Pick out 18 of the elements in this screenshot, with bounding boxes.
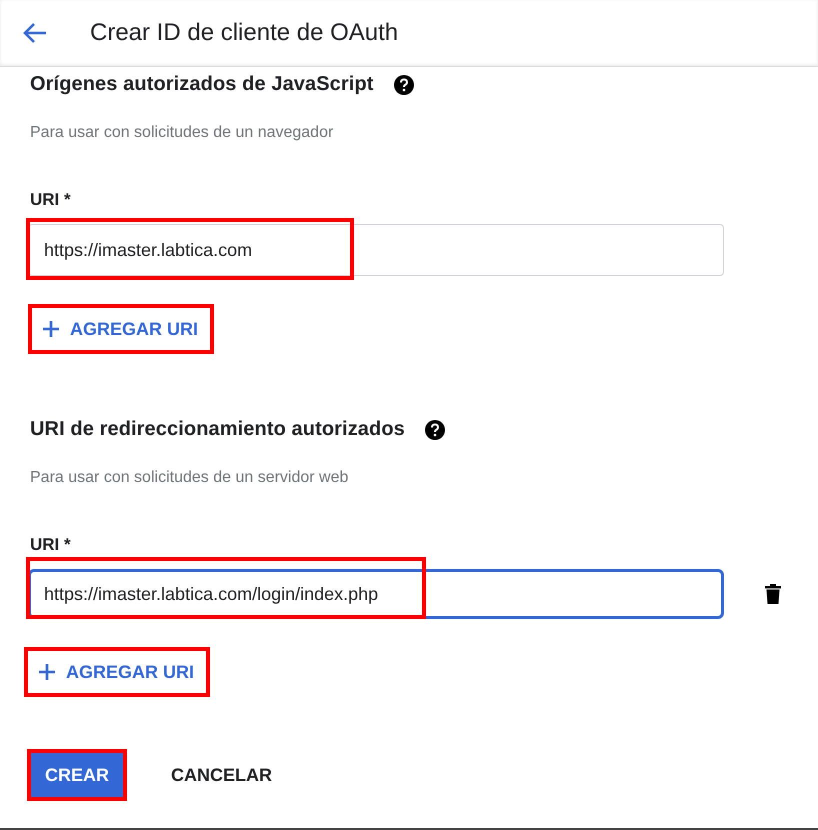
help-icon[interactable] — [424, 420, 445, 440]
plus-icon — [42, 320, 60, 338]
back-arrow-icon[interactable] — [22, 22, 48, 44]
create-button[interactable]: CREAR — [31, 753, 124, 797]
hint-text: Para usar con solicitudes de un servidor web — [30, 469, 348, 487]
hint-text: Para usar con solicitudes de un navegador — [30, 124, 334, 142]
add-uri-button[interactable]: AGREGAR URI — [32, 308, 210, 350]
field-label: URI * — [30, 190, 71, 210]
field-label: URI * — [30, 535, 71, 555]
add-uri-button[interactable]: AGREGAR URI — [28, 651, 206, 693]
uri-field[interactable]: https://imaster.labtica.com — [28, 224, 724, 276]
page-title: Crear ID de cliente de OAuth — [90, 19, 398, 47]
trash-icon[interactable] — [765, 584, 781, 604]
help-icon[interactable] — [394, 74, 414, 94]
plus-icon — [38, 663, 56, 681]
uri-field[interactable]: https://imaster.labtica.com/login/index.php — [28, 569, 724, 619]
section-title: URI de redireccionamiento autorizados — [30, 418, 405, 441]
section-title: Orígenes autorizados de JavaScript — [30, 73, 374, 96]
